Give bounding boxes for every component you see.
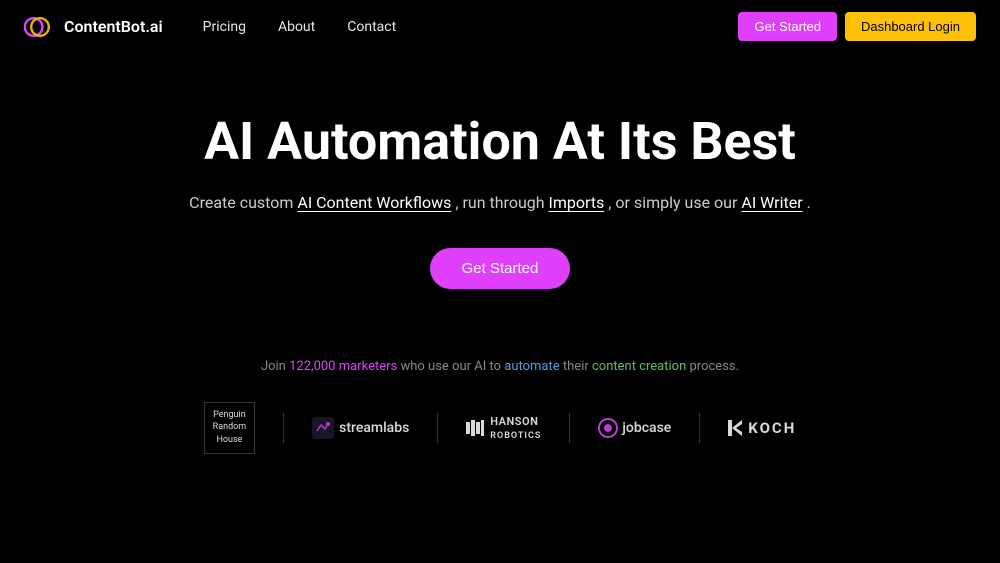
- logo-text: ContentBot.ai: [64, 17, 163, 36]
- hero-get-started-button[interactable]: Get Started: [430, 248, 571, 289]
- hanson-icon: [466, 420, 484, 436]
- logo-penguin: PenguinRandomHouse: [204, 402, 256, 454]
- logo-divider-3: [569, 413, 570, 443]
- streamlabs-text: streamlabs: [339, 420, 409, 436]
- subtitle-before: Create custom: [189, 193, 293, 212]
- who-val: who use our AI to: [400, 359, 504, 374]
- nav-dashboard-button[interactable]: Dashboard Login: [845, 12, 976, 41]
- count-value: 122,000: [289, 359, 335, 374]
- nav-get-started-button[interactable]: Get Started: [738, 12, 836, 41]
- jobcase-dot: [604, 424, 612, 432]
- nav-buttons: Get Started Dashboard Login: [738, 12, 976, 41]
- process-val: process.: [690, 359, 740, 374]
- subtitle-link-imports[interactable]: Imports: [549, 193, 605, 212]
- subtitle-end: .: [807, 193, 811, 212]
- marketers-val: marketers: [339, 359, 398, 374]
- subtitle-after: , or simply use our: [608, 193, 737, 212]
- subtitle-middle: , run through: [455, 193, 544, 212]
- nav-link-contact[interactable]: Contact: [347, 19, 396, 35]
- logo-hanson: HANSONROBOTICS: [466, 415, 541, 441]
- navbar: ContentBot.ai Pricing About Contact Get …: [0, 0, 1000, 53]
- logo-area: ContentBot.ai: [24, 17, 163, 37]
- koch-text: KOCH: [748, 419, 796, 437]
- logo-divider-1: [283, 413, 284, 443]
- social-proof-section: Join 122,000 marketers who use our AI to…: [0, 359, 1000, 454]
- nav-links: Pricing About Contact: [203, 19, 739, 35]
- logo-jobcase: jobcase: [598, 418, 671, 438]
- logo-divider-4: [699, 413, 700, 443]
- penguin-text: PenguinRandomHouse: [213, 409, 247, 447]
- logo-icon: [24, 17, 56, 37]
- logo-koch: KOCH: [728, 419, 796, 437]
- subtitle-link-workflows[interactable]: AI Content Workflows: [297, 193, 451, 212]
- automate-val: automate: [504, 359, 559, 374]
- jobcase-text: jobcase: [622, 420, 671, 436]
- their-val: their: [563, 359, 592, 374]
- subtitle-link-writer[interactable]: AI Writer: [741, 193, 802, 212]
- logo-streamlabs: streamlabs: [312, 417, 409, 439]
- nav-link-about[interactable]: About: [278, 19, 315, 35]
- streamlabs-icon: [312, 417, 334, 439]
- content-val: content creation: [592, 359, 686, 374]
- hero-title: AI Automation At Its Best: [204, 113, 796, 170]
- hero-section: AI Automation At Its Best Create custom …: [0, 53, 1000, 349]
- nav-link-pricing[interactable]: Pricing: [203, 19, 246, 35]
- koch-icon: [728, 420, 742, 436]
- social-proof-text: Join 122,000 marketers who use our AI to…: [261, 359, 739, 374]
- join-text: Join: [261, 359, 289, 374]
- hanson-text: HANSONROBOTICS: [490, 415, 541, 441]
- hero-subtitle: Create custom AI Content Workflows , run…: [189, 190, 811, 216]
- logo-divider-2: [437, 413, 438, 443]
- jobcase-circle: [598, 418, 618, 438]
- logos-row: PenguinRandomHouse streamlabs HANSONROBO…: [204, 402, 797, 454]
